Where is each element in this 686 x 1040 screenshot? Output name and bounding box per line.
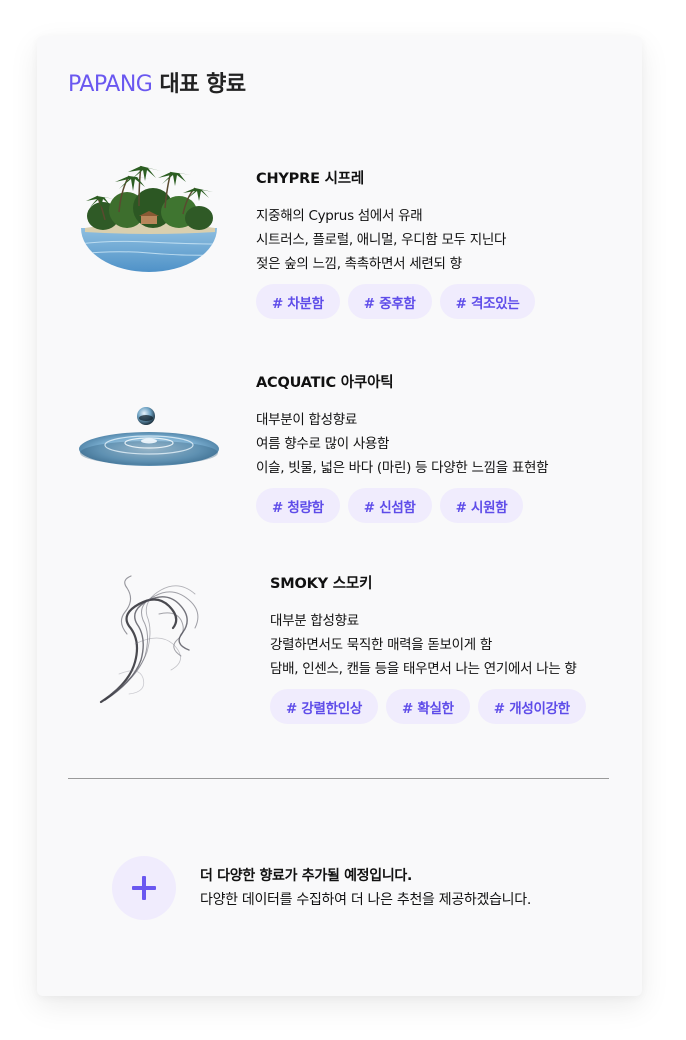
tag-list: # 강렬한인상 # 확실한 # 개성이강한	[270, 689, 586, 724]
description-line: 대부분 합성향료	[270, 613, 359, 629]
fragrance-item-chypre[interactable]: CHYPRE 시프레 지중해의 Cyprus 섬에서 유래 시트러스, 플로럴,…	[37, 160, 642, 320]
section-divider	[68, 778, 609, 779]
description-line: 이슬, 빗물, 넓은 바다 (마린) 등 다양한 느낌을 표현함	[256, 460, 549, 476]
plus-icon	[132, 876, 156, 900]
item-title: ACQUATIC 아쿠아틱	[256, 375, 394, 391]
description-line: 여름 향수로 많이 사용함	[256, 436, 390, 452]
tag-chip[interactable]: # 차분함	[256, 284, 340, 319]
notice-subtitle: 다양한 데이터를 수집하여 더 나은 추천을 제공하겠습니다.	[200, 892, 531, 908]
description-line: 담배, 인센스, 캔들 등을 태우면서 나는 연기에서 나는 향	[270, 661, 577, 677]
item-description: 대부분이 합성향료 여름 향수로 많이 사용함 이슬, 빗물, 넓은 바다 (마…	[256, 408, 549, 480]
acquatic-text: ACQUATIC 아쿠아틱 대부분이 합성향료 여름 향수로 많이 사용함 이슬…	[256, 371, 549, 523]
water-droplet-image	[79, 383, 224, 467]
description-line: 강렬하면서도 묵직한 매력을 돋보이게 함	[270, 637, 493, 653]
tag-chip[interactable]: # 강렬한인상	[270, 689, 379, 724]
description-line: 시트러스, 플로럴, 애니멀, 우디함 모두 지닌다	[256, 232, 507, 248]
tag-chip[interactable]: # 격조있는	[439, 284, 536, 319]
item-title: SMOKY 스모키	[270, 576, 373, 592]
tag-chip[interactable]: # 청량함	[256, 488, 340, 523]
chypre-text: CHYPRE 시프레 지중해의 Cyprus 섬에서 유래 시트러스, 플로럴,…	[256, 167, 536, 319]
tag-chip[interactable]: # 중후함	[347, 284, 432, 319]
item-description: 대부분 합성향료 강렬하면서도 묵직한 매력을 돋보이게 함 담배, 인센스, …	[270, 609, 586, 681]
card-title: 대표 향료	[159, 72, 247, 97]
tropical-island-image	[79, 160, 219, 272]
tag-chip[interactable]: # 신섬함	[347, 488, 432, 523]
add-more-button[interactable]	[112, 856, 176, 920]
brand-name: PAPANG	[68, 72, 153, 97]
item-title: CHYPRE 시프레	[256, 171, 365, 187]
fragrance-item-smoky[interactable]: SMOKY 스모키 대부분 합성향료 강렬하면서도 묵직한 매력을 돋보이게 함…	[37, 572, 642, 732]
fragrance-card: PAPANG 대표 향료 CHYPRE 시프레 지중해의 Cyprus 섬에서 …	[37, 36, 642, 996]
notice-title: 더 다양한 향료가 추가될 예정입니다.	[200, 868, 413, 884]
description-line: 지중해의 Cyprus 섬에서 유래	[256, 208, 423, 224]
card-heading: PAPANG 대표 향료	[68, 66, 246, 98]
item-description: 지중해의 Cyprus 섬에서 유래 시트러스, 플로럴, 애니멀, 우디함 모…	[256, 204, 535, 276]
tag-chip[interactable]: # 확실한	[386, 689, 470, 724]
more-fragrances-notice: 더 다양한 향료가 추가될 예정입니다. 다양한 데이터를 수집하여 더 나은 …	[112, 856, 612, 920]
fragrance-item-acquatic[interactable]: ACQUATIC 아쿠아틱 대부분이 합성향료 여름 향수로 많이 사용함 이슬…	[37, 369, 642, 529]
description-line: 젖은 숲의 느낌, 촉촉하면서 세련되 향	[256, 256, 462, 272]
tag-chip[interactable]: # 시원함	[439, 488, 524, 523]
smoky-text: SMOKY 스모키 대부분 합성향료 강렬하면서도 묵직한 매력을 돋보이게 함…	[270, 572, 586, 724]
smoke-image	[99, 574, 211, 706]
tag-list: # 청량함 # 신섬함 # 시원함	[256, 488, 548, 523]
tag-chip[interactable]: # 개성이강한	[477, 689, 586, 724]
description-line: 대부분이 합성향료	[256, 412, 357, 428]
tag-list: # 차분함 # 중후함 # 격조있는	[256, 284, 536, 319]
